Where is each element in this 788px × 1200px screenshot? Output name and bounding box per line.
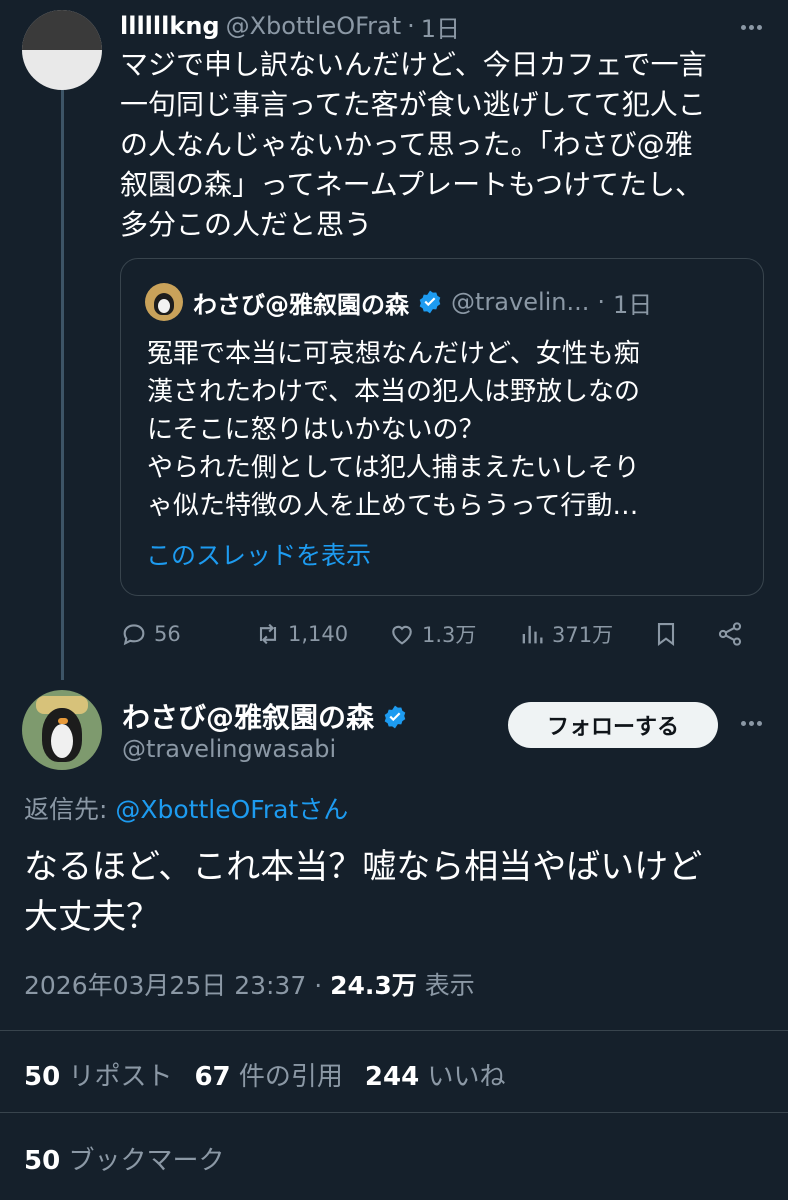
tweet-meta: 2026年03月25日 23:37 · 24.3万 表示: [24, 966, 475, 1002]
parent-avatar[interactable]: [22, 10, 102, 90]
reposts-stat[interactable]: 50 リポスト: [24, 1062, 172, 1092]
reply-count: 56: [154, 622, 181, 646]
divider: [0, 1112, 788, 1113]
main-display-name[interactable]: わさび@雅叙園の森: [122, 696, 374, 736]
like-button[interactable]: 1.3万: [388, 612, 476, 656]
bookmark-icon: [657, 623, 675, 647]
quote-handle: @travelin...: [451, 288, 590, 316]
parent-tweet-header: llllllkng @XbottleOFrat · 1日: [120, 9, 460, 44]
quote-text: 冤罪で本当に可哀想なんだけど、女性も痴 漢されたわけで、本当の犯人は野放しなの …: [147, 339, 640, 521]
quote-header: わさび@雅叙園の森 @travelin... · 1日: [193, 283, 652, 321]
views-label: 表示: [416, 971, 475, 1000]
main-more-icon[interactable]: [736, 708, 766, 738]
quotes-stat[interactable]: 67 件の引用: [194, 1062, 342, 1092]
tweet-timestamp[interactable]: 2026年03月25日 23:37: [24, 971, 306, 1000]
repost-count: 1,140: [288, 622, 349, 646]
quote-display-name: わさび@雅叙園の森: [193, 290, 409, 319]
verified-badge-icon: [417, 289, 443, 315]
heart-icon: [392, 625, 412, 645]
parent-more-icon[interactable]: [736, 12, 766, 42]
like-count: 1.3万: [422, 623, 477, 647]
follow-button[interactable]: フォローする: [508, 702, 718, 748]
separator-dot: ·: [407, 12, 415, 40]
share-button[interactable]: [716, 612, 744, 656]
quote-time: 1日: [613, 290, 653, 319]
show-thread-link[interactable]: このスレッドを表示: [146, 536, 371, 572]
main-avatar[interactable]: [22, 690, 102, 770]
main-tweet-text: なるほど、これ本当？嘘なら相当やばいけど 大丈夫？: [24, 847, 703, 937]
reply-to-prefix: 返信先:: [24, 795, 116, 824]
repost-icon: [259, 623, 277, 645]
likes-stat[interactable]: 244 いいね: [365, 1062, 506, 1092]
reply-to-handle-link[interactable]: @XbottleOFratさん: [115, 795, 348, 824]
parent-handle[interactable]: @XbottleOFrat: [226, 12, 402, 40]
parent-tweet[interactable]: llllllkng @XbottleOFrat · 1日 マジで申し訳ないんだけ…: [0, 0, 788, 690]
parent-time[interactable]: 1日: [421, 9, 460, 44]
verified-badge-icon: [382, 703, 408, 729]
views-button[interactable]: 371万: [518, 612, 613, 656]
engagement-stats: 50 リポスト 67 件の引用 244 いいね: [24, 1056, 527, 1093]
reply-to-line: 返信先: @XbottleOFratさん: [24, 790, 348, 826]
bookmarks-count: 50: [24, 1146, 61, 1176]
share-icon: [718, 622, 742, 646]
bookmark-button[interactable]: [652, 612, 680, 656]
analytics-icon: [522, 625, 543, 644]
repost-button[interactable]: 1,140: [254, 612, 348, 656]
bookmarks-stat[interactable]: 50 ブックマーク: [24, 1140, 224, 1177]
bookmarks-label: ブックマーク: [60, 1146, 225, 1176]
parent-display-name[interactable]: llllllkng: [120, 12, 220, 40]
main-handle[interactable]: @travelingwasabi: [122, 735, 336, 763]
parent-action-bar: 56 1,140 1.3万 371万: [120, 612, 760, 656]
reply-icon: [123, 624, 145, 646]
separator-dot: ·: [306, 971, 331, 1000]
reply-button[interactable]: 56: [120, 612, 181, 656]
views-total: 24.3万: [330, 971, 417, 1000]
views-count: 371万: [552, 623, 614, 647]
quote-avatar: [145, 283, 183, 321]
divider: [0, 1030, 788, 1031]
separator-dot: ·: [597, 288, 606, 316]
parent-tweet-text: マジで申し訳ないんだけど、今日カフェで一言 一句同じ事言ってた客が食い逃げしてて…: [120, 48, 707, 241]
main-display-name-row: わさび@雅叙園の森: [122, 696, 408, 736]
